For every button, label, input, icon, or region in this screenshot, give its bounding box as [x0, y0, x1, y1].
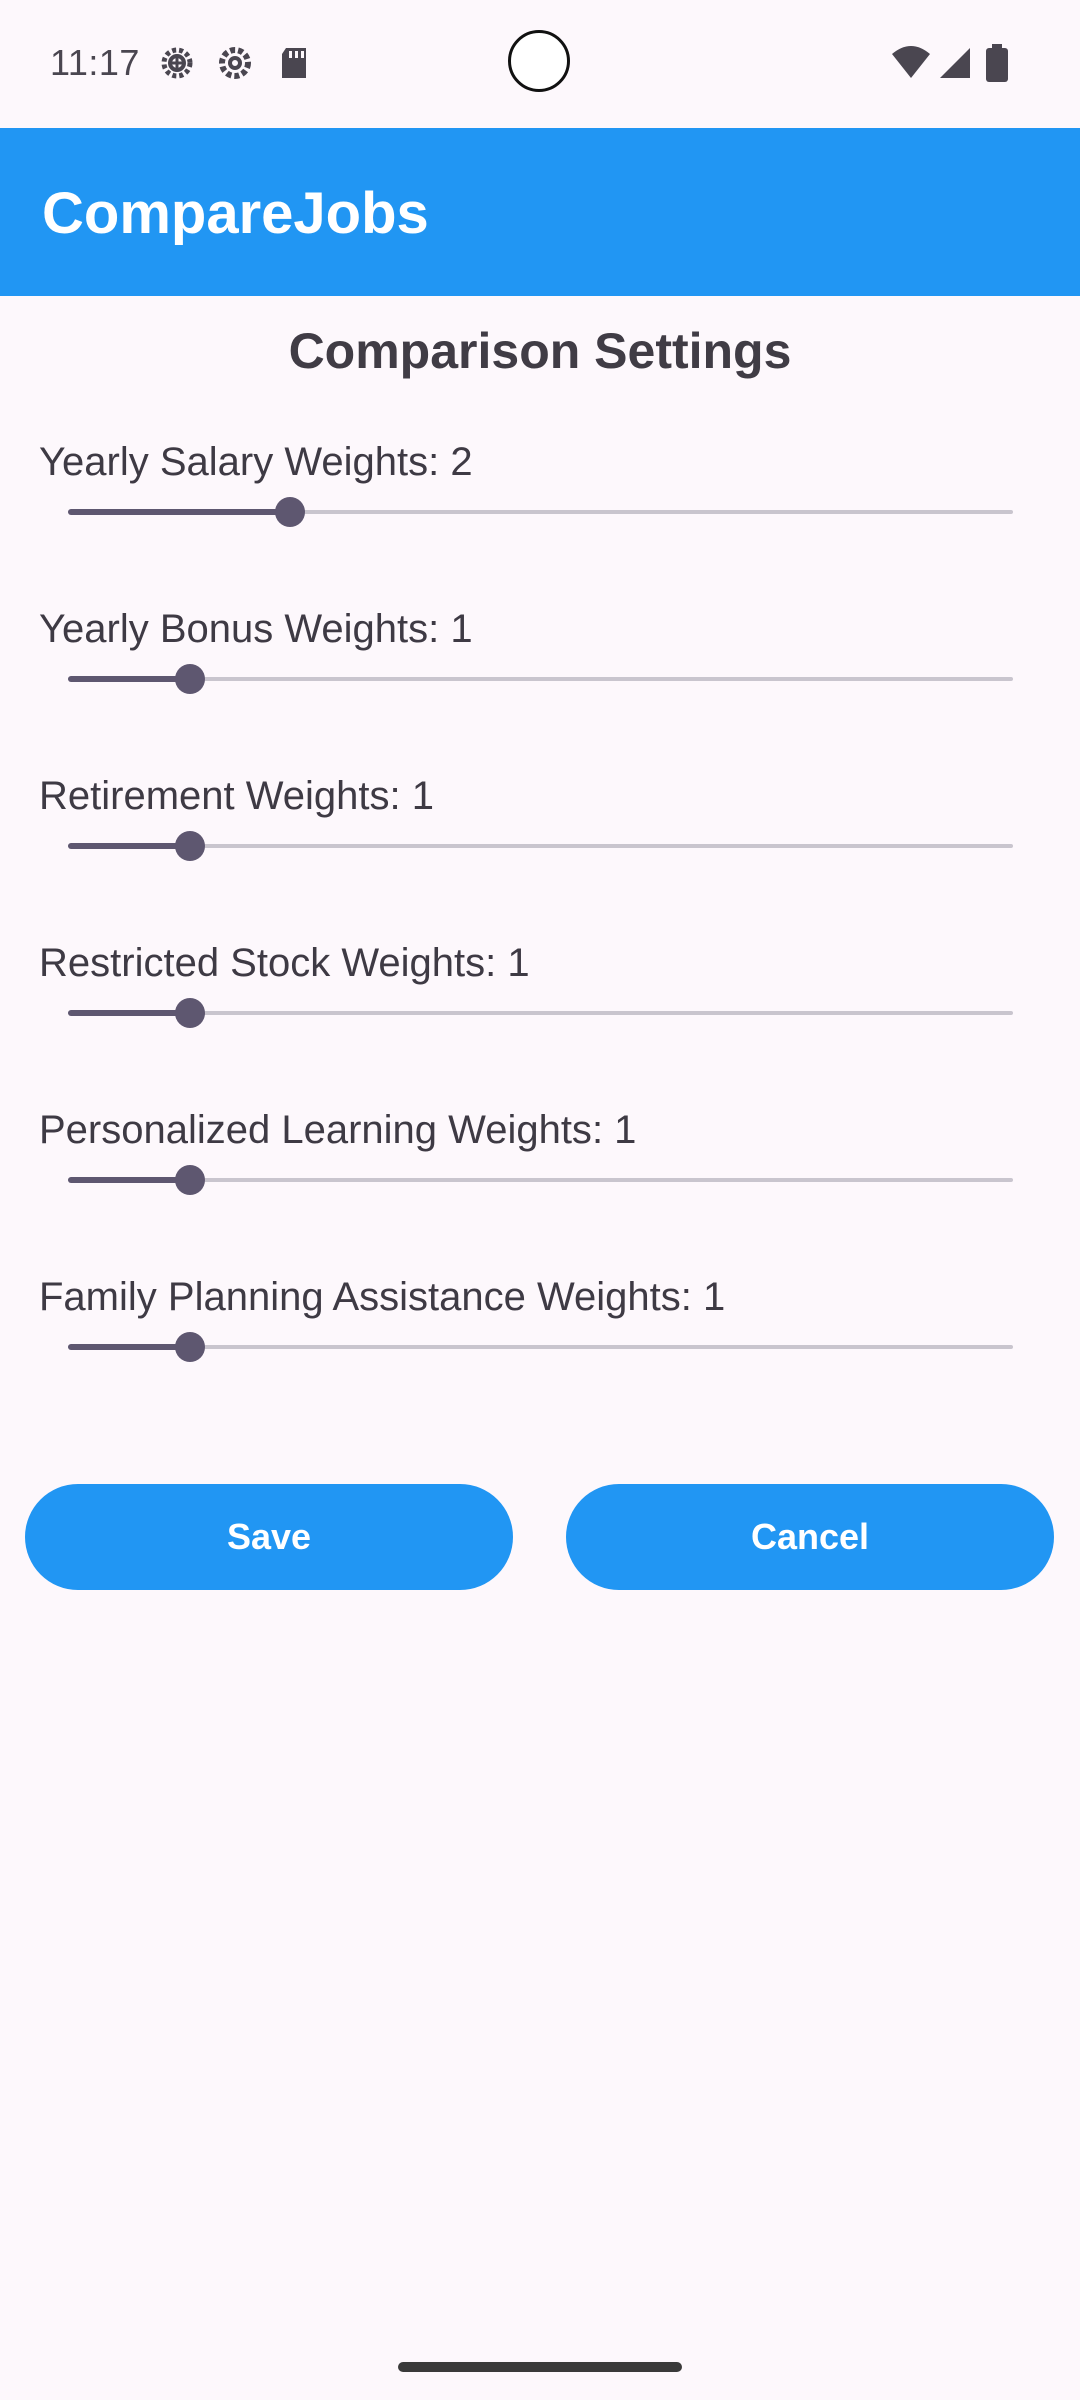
slider-thumb[interactable] [175, 831, 206, 861]
weight-label: Family Planning Assistance Weights: 1 [39, 1275, 726, 1319]
slider-track [68, 1178, 1013, 1182]
camera-cutout [508, 30, 570, 92]
weight-value: 1 [507, 941, 530, 985]
app-title: CompareJobs [42, 181, 429, 246]
save-button[interactable]: Save [25, 1484, 513, 1590]
slider-active-track [68, 509, 291, 515]
weight-row-restricted-stock: Restricted Stock Weights: 1 [0, 941, 1080, 1108]
settings-gear-icon [216, 44, 254, 82]
weight-row-yearly-bonus: Yearly Bonus Weights: 1 [0, 607, 1080, 774]
family-planning-slider[interactable] [68, 1327, 1013, 1367]
yearly-bonus-slider[interactable] [68, 659, 1013, 699]
weight-value: 1 [614, 1108, 637, 1152]
yearly-salary-slider[interactable] [68, 492, 1013, 532]
slider-track [68, 844, 1013, 848]
gear-badge-icon [158, 44, 196, 82]
weight-label: Personalized Learning Weights: 1 [39, 1108, 637, 1152]
slider-track [68, 1345, 1013, 1349]
status-bar: 11:17 [0, 0, 1080, 128]
slider-active-track [68, 1177, 191, 1183]
personalized-learning-slider[interactable] [68, 1160, 1013, 1200]
cancel-button[interactable]: Cancel [566, 1484, 1054, 1590]
weight-label: Yearly Bonus Weights: 1 [39, 607, 473, 651]
weight-value: 1 [450, 607, 473, 651]
wifi-icon [890, 44, 932, 82]
weight-value: 1 [703, 1275, 726, 1319]
weight-row-retirement: Retirement Weights: 1 [0, 774, 1080, 941]
slider-thumb[interactable] [175, 664, 206, 694]
weight-value: 1 [411, 774, 434, 818]
weight-row-personalized-learning: Personalized Learning Weights: 1 [0, 1108, 1080, 1275]
sd-card-icon [276, 44, 314, 82]
status-time: 11:17 [50, 42, 140, 83]
slider-thumb[interactable] [175, 1165, 206, 1195]
weight-label: Retirement Weights: 1 [39, 774, 434, 818]
slider-active-track [68, 1010, 191, 1016]
cellular-signal-icon [936, 44, 974, 82]
retirement-slider[interactable] [68, 826, 1013, 866]
slider-thumb[interactable] [175, 1332, 206, 1362]
slider-track [68, 677, 1013, 681]
gesture-nav-handle[interactable] [398, 2362, 682, 2372]
weight-label: Restricted Stock Weights: 1 [39, 941, 530, 985]
weight-row-yearly-salary: Yearly Salary Weights: 2 [0, 440, 1080, 607]
restricted-stock-slider[interactable] [68, 993, 1013, 1033]
slider-thumb[interactable] [175, 998, 206, 1028]
slider-active-track [68, 676, 191, 682]
slider-thumb[interactable] [275, 497, 306, 527]
app-bar: CompareJobs [0, 128, 1080, 296]
slider-active-track [68, 1344, 191, 1350]
weight-value: 2 [450, 440, 473, 484]
slider-active-track [68, 843, 191, 849]
slider-track [68, 1011, 1013, 1015]
battery-icon [984, 44, 1010, 82]
weight-label: Yearly Salary Weights: 2 [39, 440, 473, 484]
page-title: Comparison Settings [288, 323, 792, 379]
weight-row-family-planning: Family Planning Assistance Weights: 1 [0, 1275, 1080, 1442]
